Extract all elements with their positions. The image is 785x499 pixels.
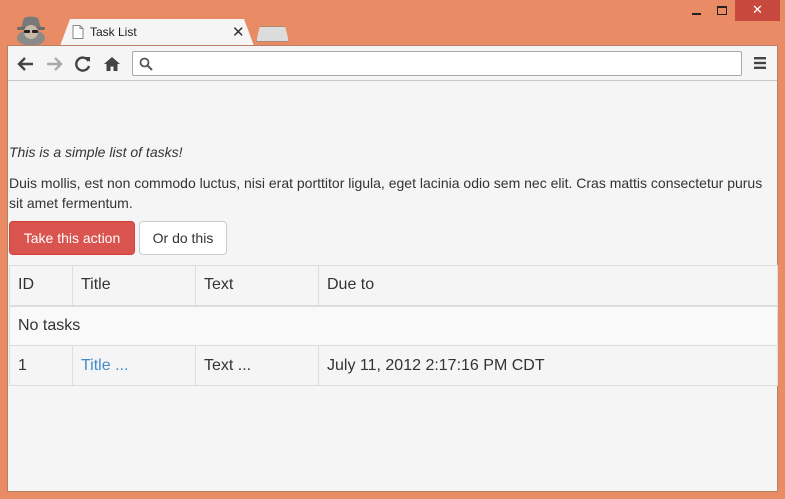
home-icon[interactable]	[102, 54, 122, 74]
close-window-button[interactable]: ✕	[735, 0, 780, 21]
cell-text: Text ...	[195, 345, 319, 386]
table-header-row: ID Title Text Due to	[9, 265, 778, 307]
maximize-button[interactable]	[709, 0, 735, 21]
take-action-button[interactable]: Take this action	[9, 221, 135, 255]
tab-title: Task List	[90, 25, 137, 39]
cell-id: 1	[9, 345, 73, 386]
table-row: 1 Title ... Text ... July 11, 2012 2:17:…	[9, 345, 778, 386]
address-input[interactable]	[155, 54, 735, 73]
empty-message: No tasks	[9, 305, 778, 346]
task-table: ID Title Text Due to No tasks 1 Title ..…	[9, 265, 778, 386]
lead-text: This is a simple list of tasks!	[9, 144, 183, 160]
column-header-id: ID	[9, 265, 73, 307]
minimize-button[interactable]	[683, 0, 709, 21]
search-icon	[139, 57, 153, 71]
address-bar[interactable]	[132, 51, 742, 76]
column-header-text: Text	[195, 265, 319, 307]
new-tab-button[interactable]	[256, 26, 289, 42]
column-header-title: Title	[72, 265, 196, 307]
back-icon[interactable]	[16, 54, 36, 74]
toolbar	[8, 46, 777, 81]
column-header-due: Due to	[318, 265, 778, 307]
cell-title: Title ...	[72, 345, 196, 386]
task-title-link[interactable]: Title ...	[81, 357, 128, 374]
cell-due: July 11, 2012 2:17:16 PM CDT	[318, 345, 778, 386]
close-icon[interactable]: ✕	[232, 23, 245, 41]
forward-icon[interactable]	[44, 54, 64, 74]
or-do-this-button[interactable]: Or do this	[139, 221, 227, 255]
incognito-icon	[12, 14, 50, 46]
reload-icon[interactable]	[73, 54, 93, 74]
browser-window: This is a simple list of tasks! Duis mol…	[7, 45, 778, 492]
page-content: This is a simple list of tasks! Duis mol…	[8, 82, 778, 491]
table-row-empty: No tasks	[9, 305, 778, 346]
description-paragraph: Duis mollis, est non commodo luctus, nis…	[9, 175, 763, 211]
tab-task-list[interactable]: Task List ✕	[60, 19, 254, 46]
page-icon	[72, 25, 84, 39]
menu-icon[interactable]	[752, 55, 768, 71]
